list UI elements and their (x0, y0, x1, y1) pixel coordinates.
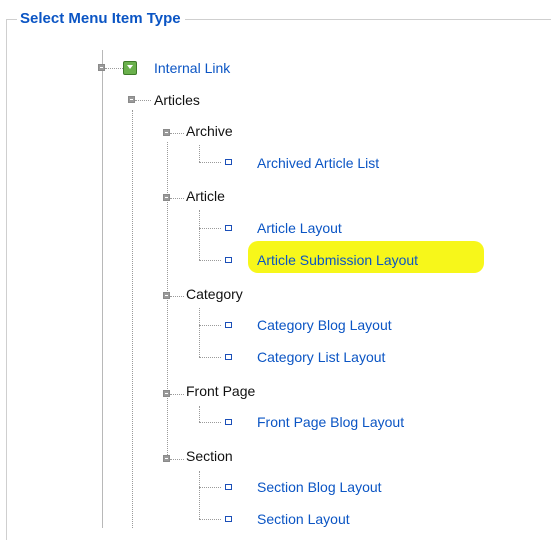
collapse-icon[interactable] (163, 390, 170, 397)
menu-item-archived-article-list[interactable]: Archived Article List (257, 155, 379, 171)
tree-node-internal-link[interactable]: Internal Link (154, 60, 230, 76)
tree-connector (170, 133, 184, 134)
tree-connector (199, 357, 221, 358)
menu-item-bullet-icon (225, 159, 232, 165)
menu-item-article-submission-layout[interactable]: Article Submission Layout (257, 252, 418, 268)
tree-guide-line (199, 145, 200, 162)
tree-guide-line (132, 110, 133, 528)
fieldset-legend: Select Menu Item Type (17, 10, 185, 28)
tree-connector (199, 228, 221, 229)
menu-item-bullet-icon (225, 419, 232, 425)
menu-item-article-layout[interactable]: Article Layout (257, 220, 342, 236)
menu-item-bullet-icon (225, 225, 232, 231)
menu-item-bullet-icon (225, 354, 232, 360)
menu-item-bullet-icon (225, 484, 232, 490)
tree-guide-line (199, 210, 200, 260)
tree-connector (199, 325, 221, 326)
fieldset-border (6, 19, 551, 540)
tree-guide-line (199, 308, 200, 357)
collapse-icon[interactable] (98, 64, 105, 71)
collapse-icon[interactable] (163, 129, 170, 136)
tree-node-category[interactable]: Category (186, 286, 243, 302)
menu-item-front-page-blog-layout[interactable]: Front Page Blog Layout (257, 414, 404, 430)
collapse-icon[interactable] (163, 292, 170, 299)
tree-guide-line (102, 50, 103, 528)
collapse-icon[interactable] (128, 96, 135, 103)
tree-connector (170, 296, 184, 297)
menu-item-category-blog-layout[interactable]: Category Blog Layout (257, 317, 392, 333)
menu-item-bullet-icon (225, 322, 232, 328)
tree-connector (170, 198, 184, 199)
menu-item-bullet-icon (225, 257, 232, 263)
menu-item-section-blog-layout[interactable]: Section Blog Layout (257, 479, 382, 495)
tree-connector (170, 394, 184, 395)
tree-connector (105, 68, 123, 69)
menu-item-category-list-layout[interactable]: Category List Layout (257, 349, 385, 365)
tree-node-archive[interactable]: Archive (186, 123, 233, 139)
tree-connector (199, 162, 221, 163)
tree-connector (135, 100, 151, 101)
tree-guide-line (199, 471, 200, 519)
tree-connector (199, 487, 221, 488)
tree-connector (199, 422, 221, 423)
tree-node-section[interactable]: Section (186, 448, 233, 464)
tree-node-article[interactable]: Article (186, 188, 225, 204)
menu-item-section-layout[interactable]: Section Layout (257, 511, 350, 527)
tree-guide-line (167, 142, 168, 457)
tree-guide-line (199, 406, 200, 422)
tree-connector (199, 519, 221, 520)
tree-node-articles[interactable]: Articles (154, 92, 200, 108)
tree-connector (170, 459, 184, 460)
internal-link-icon (123, 61, 137, 75)
menu-item-bullet-icon (225, 516, 232, 522)
collapse-icon[interactable] (163, 455, 170, 462)
collapse-icon[interactable] (163, 194, 170, 201)
tree-connector (199, 260, 221, 261)
tree-node-front-page[interactable]: Front Page (186, 383, 255, 399)
